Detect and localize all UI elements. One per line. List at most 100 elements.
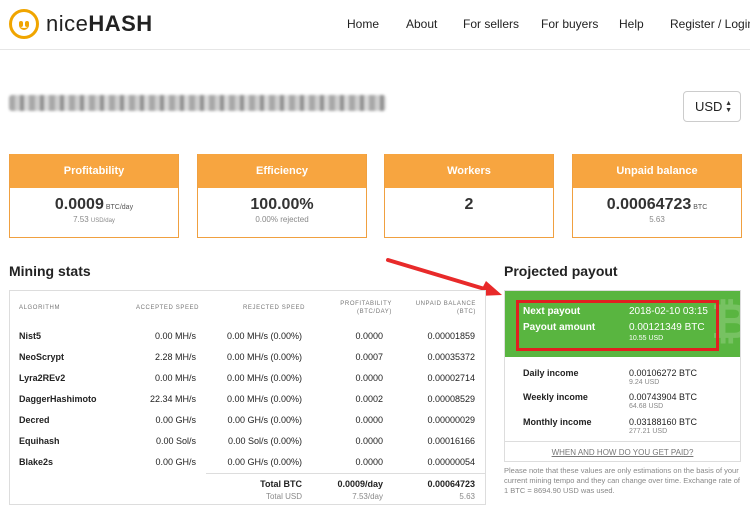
col-header-accepted-speed: ACCEPTED SPEED [136,305,200,311]
currency-select[interactable]: USD ▲ ▼ [683,91,741,122]
table-row: Nist5 0.00 MH/s 0.00 MH/s (0.00%) 0.0000… [10,325,485,346]
mining-stats-table: ALGORITHM ACCEPTED SPEED REJECTED SPEED … [9,290,486,505]
blurred-wallet-address [9,95,386,111]
unpaid-balance-value-line: 0.00064723 BTC [573,196,741,214]
table-totals [206,473,485,474]
red-highlight-box [516,300,719,351]
workers-card: Workers 2 [384,154,554,238]
col-header-profitability-unit: (BTC/DAY) [357,309,392,315]
unpaid-balance: 0.00000029 [427,415,475,425]
next-payout-banner: ₿ Next payout 2018-02-10 03:15 Payout am… [505,291,740,357]
rejected-speed: 0.00 GH/s (0.00%) [227,415,302,425]
table-row: NeoScrypt 2.28 MH/s 0.00 MH/s (0.00%) 0.… [10,346,485,367]
rejected-speed: 0.00 MH/s (0.00%) [226,373,302,383]
col-header-profitability: PROFITABILITY (BTC/DAY) [328,300,392,316]
weekly-income-btc: 0.00743904 BTC [629,392,698,402]
algo-name: Blake2s [19,457,54,467]
monthly-income-usd: 277.21 USD [629,428,668,435]
unpaid-balance: 0.00016166 [427,436,475,446]
algo-name: DaggerHashimoto [19,394,97,404]
col-header-unpaid-balance: UNPAID BALANCE (BTC) [398,300,476,316]
accepted-speed: 0.00 MH/s [154,331,196,341]
unpaid-balance: 0.00001859 [427,331,475,341]
profitability-usd-line: 7.53 USD/day [10,215,178,224]
algo-name: Lyra2REv2 [19,373,66,383]
algo-name: Nist5 [19,331,42,341]
profitability-unit: BTC/day [105,204,134,211]
profitability-value-line: 0.0009 BTC/day [10,196,178,214]
col-header-unpaid-unit: (BTC) [457,309,476,315]
unpaid-balance-card: Unpaid balance 0.00064723 BTC 5.63 [572,154,742,238]
profitability: 0.0000 [355,436,383,446]
unpaid-balance-value: 0.00064723 [606,196,692,213]
col-header-algorithm: ALGORITHM [19,305,61,311]
profitability: 0.0007 [355,352,383,362]
weekly-income-label: Weekly income [523,392,588,402]
unpaid-balance: 0.00000054 [427,457,475,467]
efficiency-card: Efficiency 100.00% 0.00% rejected [197,154,367,238]
efficiency-value: 100.00% [250,196,314,213]
estimation-note: Please note that these values are only e… [504,466,740,495]
accepted-speed: 0.00 Sol/s [155,436,196,446]
efficiency-card-header: Efficiency [198,154,366,188]
profitability-value: 0.0009 [54,196,104,213]
rejected-speed: 0.00 MH/s (0.00%) [226,352,302,362]
col-header-profitability-label: PROFITABILITY [340,301,392,307]
weekly-income-usd: 64.68 USD [629,403,664,410]
total-btc-label: Total BTC [260,479,302,489]
unpaid-balance-unit: BTC [693,204,708,211]
rejected-speed: 0.00 Sol/s (0.00%) [227,436,302,446]
col-header-rejected-speed: REJECTED SPEED [243,305,306,311]
nav-sellers-link[interactable]: For sellers [463,17,519,31]
table-row: DaggerHashimoto 22.34 MH/s 0.00 MH/s (0.… [10,388,485,409]
profitability: 0.0000 [355,457,383,467]
accepted-speed: 0.00 GH/s [155,415,196,425]
daily-income-label: Daily income [523,368,579,378]
profitability-card-header: Profitability [10,154,178,188]
unpaid-balance: 0.00002714 [427,373,475,383]
table-row: Lyra2REv2 0.00 MH/s 0.00 MH/s (0.00%) 0.… [10,367,485,388]
table-row: Blake2s 0.00 GH/s 0.00 GH/s (0.00%) 0.00… [10,451,485,472]
nav-home-link[interactable]: Home [347,17,379,31]
algo-name: Decred [19,415,50,425]
rejected-speed: 0.00 GH/s (0.00%) [227,457,302,467]
profitability-usd: 7.53 [73,215,89,224]
workers-card-header: Workers [385,154,553,188]
main-nav: Home About For sellers For buyers Help R… [0,17,750,33]
total-usd-label: Total USD [265,492,302,501]
unpaid-balance-card-header: Unpaid balance [573,154,741,188]
profitability-usd-unit: USD/day [90,218,115,224]
unpaid-balance: 0.00035372 [427,352,475,362]
table-row: Decred 0.00 GH/s 0.00 GH/s (0.00%) 0.000… [10,409,485,430]
accepted-speed: 2.28 MH/s [154,352,196,362]
currency-selected-value: USD [695,99,723,114]
algo-name: NeoScrypt [19,352,65,362]
profitability-card: Profitability 0.0009 BTC/day 7.53 USD/day [9,154,179,238]
monthly-income-label: Monthly income [523,417,592,427]
efficiency-rejected: 0.00% rejected [255,215,309,224]
payout-faq-link[interactable]: WHEN AND HOW DO YOU GET PAID? [505,441,740,457]
nav-register-login-link[interactable]: Register / Login [670,17,750,31]
rejected-speed: 0.00 MH/s (0.00%) [226,331,302,341]
profitability: 0.0000 [355,331,383,341]
profitability: 0.0000 [355,415,383,425]
nav-help-link[interactable]: Help [619,17,644,31]
total-usd-unpaid: 5.63 [459,492,475,501]
nav-buyers-link[interactable]: For buyers [541,17,598,31]
accepted-speed: 22.34 MH/s [149,394,196,404]
algo-name: Equihash [19,436,60,446]
unpaid-balance: 0.00008529 [427,394,475,404]
monthly-income-btc: 0.03188160 BTC [629,417,698,427]
workers-value: 2 [464,196,474,213]
projected-payout-heading: Projected payout [504,263,618,279]
table-row: Equihash 0.00 Sol/s 0.00 Sol/s (0.00%) 0… [10,430,485,451]
select-arrows-icon: ▲ ▼ [725,100,732,114]
accepted-speed: 0.00 MH/s [154,373,196,383]
total-btc-unpaid: 0.00064723 [427,479,475,489]
projected-payout-panel: ₿ Next payout 2018-02-10 03:15 Payout am… [504,290,741,462]
daily-income-usd: 9.24 USD [629,379,660,386]
profitability: 0.0002 [355,394,383,404]
profitability: 0.0000 [355,373,383,383]
nav-about-link[interactable]: About [406,17,437,31]
top-header: niceHASH Home About For sellers For buye… [0,0,750,50]
